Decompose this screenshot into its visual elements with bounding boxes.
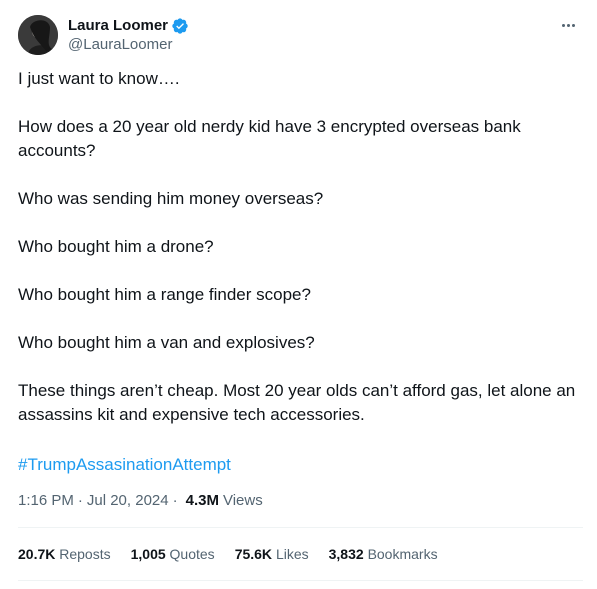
quotes-stat[interactable]: 1,005 Quotes <box>131 544 215 564</box>
tweet-paragraph: These things aren’t cheap. Most 20 year … <box>18 381 576 424</box>
bookmarks-stat[interactable]: 3,832 Bookmarks <box>329 544 438 564</box>
bookmarks-count: 3,832 <box>328 546 364 562</box>
tweet-paragraph: Who bought him a van and explosives? <box>18 333 315 352</box>
engagement-stats: 20.7K Reposts 1,005 Quotes 75.6K Likes 3… <box>18 544 438 564</box>
bookmarks-label: Bookmarks <box>367 546 438 562</box>
tweet-meta: 1:16 PM · Jul 20, 2024 · 4.3M Views <box>18 491 263 511</box>
avatar[interactable] <box>18 15 58 55</box>
avatar-image <box>18 15 58 55</box>
reposts-label: Reposts <box>59 546 111 562</box>
meta-separator: · <box>172 492 178 509</box>
reposts-stat[interactable]: 20.7K Reposts <box>18 544 111 564</box>
more-options-icon[interactable] <box>557 18 579 32</box>
tweet-time[interactable]: 1:16 PM <box>18 491 74 511</box>
author-handle[interactable]: @LauraLoomer <box>68 35 189 54</box>
divider <box>18 527 583 528</box>
verified-badge-icon[interactable] <box>171 17 189 35</box>
tweet-paragraph: I just want to know…. <box>18 69 180 88</box>
tweet-header: Laura Loomer @LauraLoomer <box>18 14 583 56</box>
divider <box>18 580 583 581</box>
likes-label: Likes <box>275 546 309 562</box>
hashtag-link[interactable]: #TrumpAssasinationAttempt <box>18 453 231 477</box>
quotes-label: Quotes <box>169 546 215 562</box>
likes-stat[interactable]: 75.6K Likes <box>235 544 309 564</box>
views-count[interactable]: 4.3M <box>186 491 219 511</box>
tweet-paragraph: Who was sending him money overseas? <box>18 189 324 208</box>
name-row: Laura Loomer <box>68 16 189 35</box>
tweet-card: Laura Loomer @LauraLoomer I just want to… <box>0 0 597 589</box>
author-names: Laura Loomer @LauraLoomer <box>68 16 189 54</box>
views-label: Views <box>222 492 263 509</box>
meta-separator: · <box>77 492 83 509</box>
likes-count: 75.6K <box>234 546 273 562</box>
tweet-date[interactable]: Jul 20, 2024 <box>87 491 169 511</box>
quotes-count: 1,005 <box>130 546 166 562</box>
tweet-paragraph: Who bought him a range finder scope? <box>18 285 311 304</box>
reposts-count: 20.7K <box>18 546 56 562</box>
tweet-text: I just want to know…. How does a 20 year… <box>18 67 581 451</box>
author-display-name[interactable]: Laura Loomer <box>68 16 168 35</box>
tweet-paragraph: Who bought him a drone? <box>18 237 214 256</box>
tweet-paragraph: How does a 20 year old nerdy kid have 3 … <box>18 117 521 160</box>
